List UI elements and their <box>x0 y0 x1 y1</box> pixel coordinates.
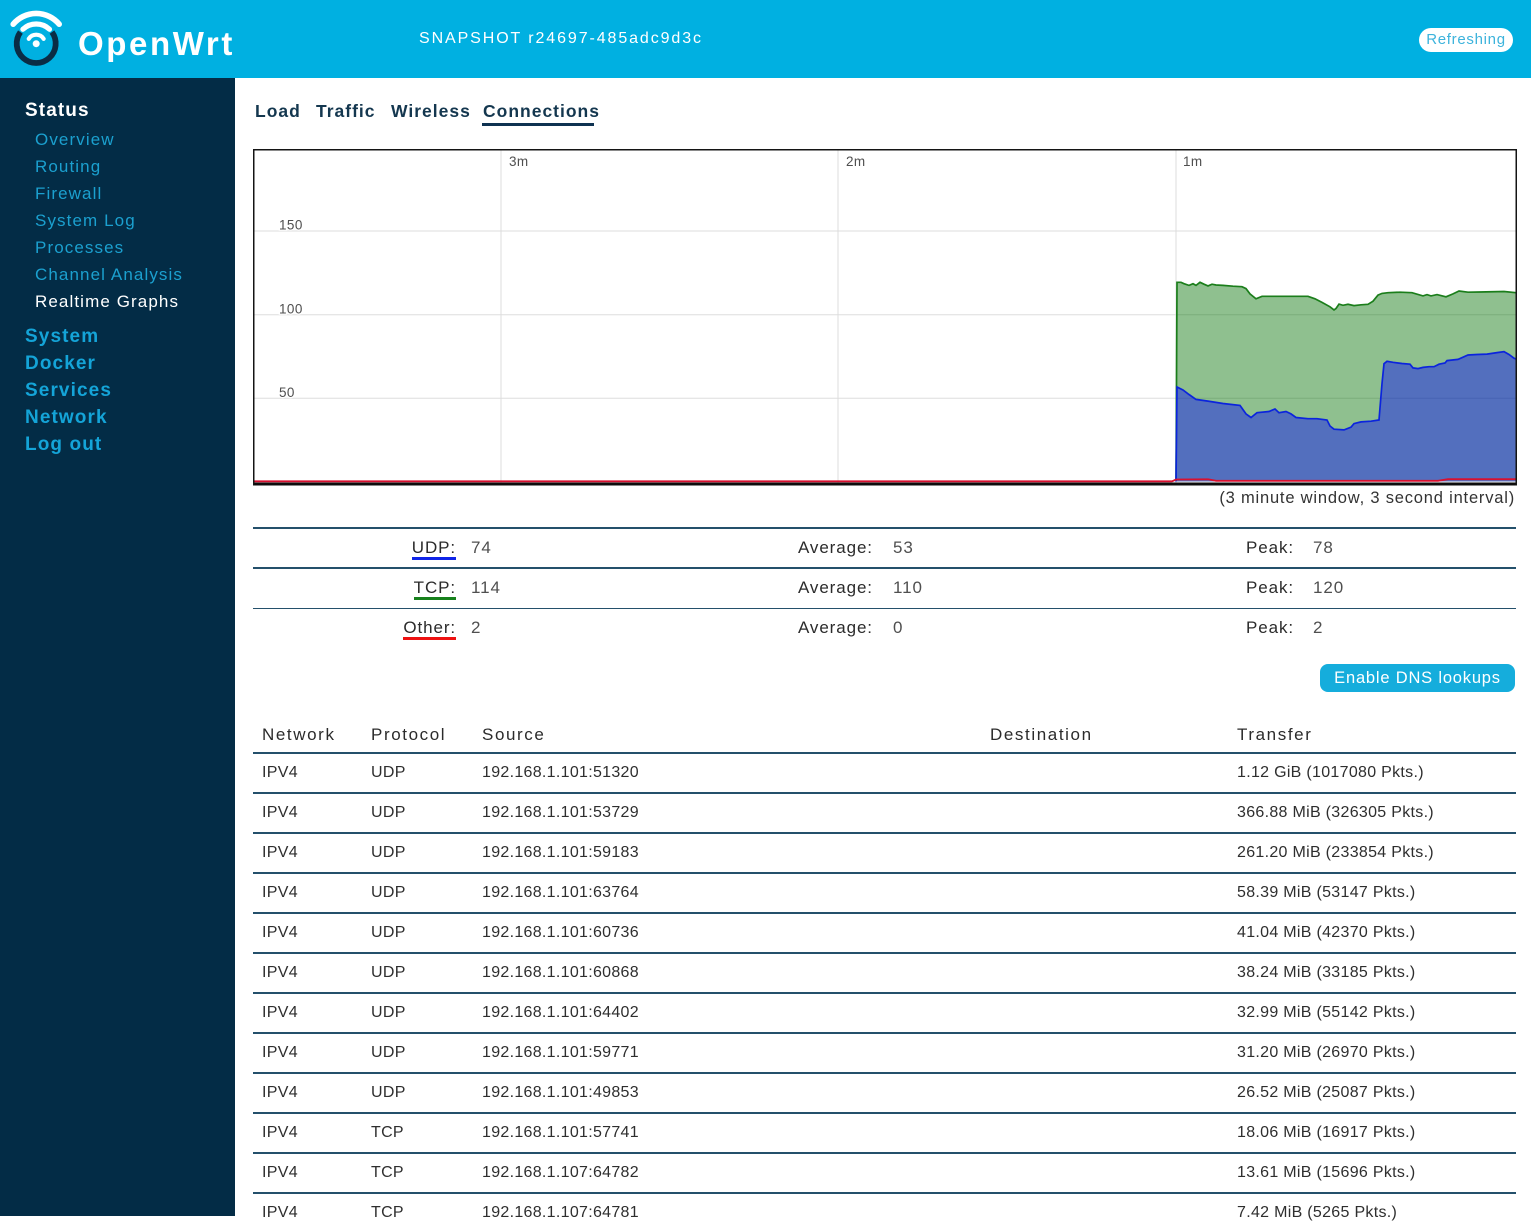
svg-text:100: 100 <box>279 302 303 317</box>
svg-text:1m: 1m <box>1183 154 1203 169</box>
svg-text:150: 150 <box>279 218 303 233</box>
svg-text:3m: 3m <box>509 154 529 169</box>
svg-text:50: 50 <box>279 385 295 400</box>
svg-text:2m: 2m <box>846 154 866 169</box>
